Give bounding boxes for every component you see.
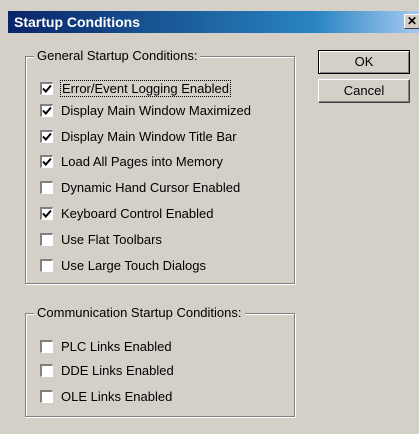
cancel-button[interactable]: Cancel <box>318 79 410 103</box>
checkbox-row-dynamic-hand-cursor[interactable]: Dynamic Hand Cursor Enabled <box>40 177 240 197</box>
checkmark-icon <box>42 84 52 93</box>
checkbox-label: OLE Links Enabled <box>61 388 173 404</box>
checkbox-row-flat-toolbars[interactable]: Use Flat Toolbars <box>40 229 162 249</box>
checkbox-row-main-window-maximized[interactable]: Display Main Window Maximized <box>40 100 251 120</box>
checkmark-icon <box>42 132 52 141</box>
checkbox-row-load-all-pages[interactable]: Load All Pages into Memory <box>40 151 223 171</box>
checkmark-icon <box>42 157 52 166</box>
general-group-title: General Startup Conditions: <box>34 48 201 63</box>
checkmark-icon <box>42 106 52 115</box>
checkbox-label: Dynamic Hand Cursor Enabled <box>61 179 241 195</box>
checkbox[interactable] <box>40 258 53 272</box>
checkbox[interactable] <box>40 363 53 377</box>
dialog-title: Startup Conditions <box>14 14 140 30</box>
checkbox-row-large-touch-dialogs[interactable]: Use Large Touch Dialogs <box>40 255 206 275</box>
close-button[interactable]: ✕ <box>404 14 419 29</box>
checkbox[interactable] <box>40 154 53 168</box>
checkbox[interactable] <box>40 180 53 194</box>
checkbox-label: Keyboard Control Enabled <box>61 205 214 221</box>
checkbox-label: Use Large Touch Dialogs <box>61 257 207 273</box>
checkbox[interactable] <box>40 206 53 220</box>
checkbox-label: Display Main Window Title Bar <box>61 128 237 144</box>
close-icon: ✕ <box>406 14 418 28</box>
ok-button[interactable]: OK <box>318 50 410 74</box>
communication-group-title: Communication Startup Conditions: <box>34 305 245 320</box>
checkbox-row-plc-links[interactable]: PLC Links Enabled <box>40 336 172 356</box>
checkbox-label: PLC Links Enabled <box>61 338 172 354</box>
checkbox-label: Load All Pages into Memory <box>61 153 223 169</box>
checkbox[interactable] <box>40 339 53 353</box>
checkbox-label: Use Flat Toolbars <box>61 231 162 247</box>
checkbox[interactable] <box>40 103 53 117</box>
checkbox-row-keyboard-control[interactable]: Keyboard Control Enabled <box>40 203 214 223</box>
checkmark-icon <box>42 209 52 218</box>
checkbox-label: Error/Event Logging Enabled <box>60 79 231 97</box>
checkbox-row-error-logging[interactable]: Error/Event Logging Enabled <box>40 78 231 98</box>
checkbox-label: Display Main Window Maximized <box>61 102 251 118</box>
checkbox[interactable] <box>40 389 53 403</box>
startup-conditions-dialog: Startup Conditions ✕ General Startup Con… <box>0 0 419 434</box>
checkbox-row-dde-links[interactable]: DDE Links Enabled <box>40 360 174 380</box>
checkbox-row-ole-links[interactable]: OLE Links Enabled <box>40 386 172 406</box>
checkbox[interactable] <box>40 232 53 246</box>
checkbox-label: DDE Links Enabled <box>61 362 174 378</box>
checkbox[interactable] <box>40 81 53 95</box>
checkbox-row-main-window-title-bar[interactable]: Display Main Window Title Bar <box>40 126 237 146</box>
title-bar[interactable]: Startup Conditions ✕ <box>8 11 419 33</box>
checkbox[interactable] <box>40 129 53 143</box>
